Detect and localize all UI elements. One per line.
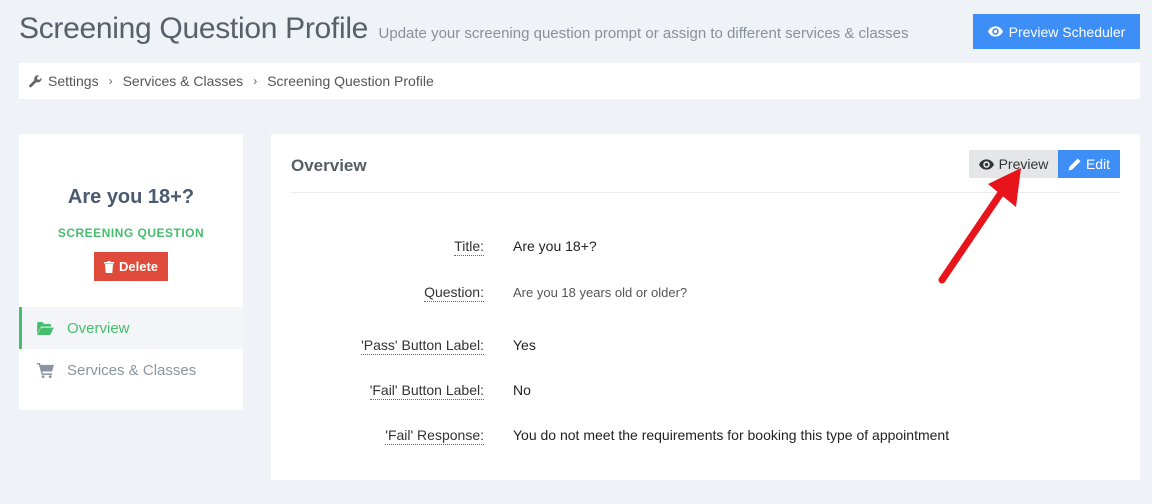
panel-title: Overview	[291, 156, 367, 175]
field-value: You do not meet the requirements for boo…	[513, 427, 950, 443]
field-label: 'Fail' Response:	[385, 427, 484, 445]
field-label: 'Fail' Button Label:	[369, 382, 484, 400]
field-value: Are you 18 years old or older?	[513, 284, 688, 300]
profile-name: Are you 18+?	[67, 186, 195, 208]
field-value: No	[513, 382, 531, 398]
field-row-fail-response: 'Fail' Response: You do not meet the req…	[271, 427, 1140, 445]
wrench-icon	[29, 74, 42, 88]
chevron-right-icon: ›	[108, 74, 113, 88]
field-row-pass-label: 'Pass' Button Label: Yes	[271, 337, 1140, 355]
field-row-fail-label: 'Fail' Button Label: No	[271, 382, 1140, 400]
field-value: Yes	[513, 337, 536, 353]
field-label: Title:	[454, 238, 484, 256]
breadcrumb-services-classes[interactable]: Services & Classes	[123, 73, 244, 89]
trash-icon	[103, 260, 114, 273]
delete-button[interactable]: Delete	[94, 252, 168, 281]
pencil-icon	[1068, 157, 1081, 171]
page-subtitle: Update your screening question prompt or…	[378, 25, 909, 42]
delete-label: Delete	[118, 259, 159, 274]
page-header: Screening Question Profile Update your s…	[19, 12, 1140, 56]
folder-open-icon	[36, 321, 54, 335]
page-title: Screening Question Profile	[19, 12, 369, 45]
cart-icon	[36, 362, 54, 378]
breadcrumb: Settings › Services & Classes › Screenin…	[19, 63, 1140, 99]
profile-sidebar: Are you 18+? SCREENING QUESTION Delete O…	[19, 134, 243, 410]
sidebar-item-overview[interactable]: Overview	[19, 307, 243, 349]
sidebar-item-services-classes[interactable]: Services & Classes	[19, 349, 243, 391]
chevron-right-icon: ›	[253, 74, 258, 88]
field-label: 'Pass' Button Label:	[361, 337, 484, 355]
field-label: Question:	[424, 284, 484, 302]
edit-label: Edit	[1085, 156, 1111, 172]
sidebar-item-label: Overview	[67, 319, 130, 337]
field-value: Are you 18+?	[513, 238, 597, 254]
eye-icon	[987, 26, 1003, 37]
breadcrumb-settings[interactable]: Settings	[48, 73, 99, 89]
breadcrumb-current: Screening Question Profile	[267, 73, 434, 89]
sidebar-item-label: Services & Classes	[67, 361, 197, 379]
sidebar-nav: Overview Services & Classes	[19, 307, 243, 391]
profile-type: SCREENING QUESTION	[57, 226, 205, 240]
annotation-arrow-icon	[938, 168, 1021, 284]
edit-button[interactable]: Edit	[1058, 150, 1120, 178]
preview-scheduler-label: Preview Scheduler	[1008, 23, 1126, 40]
preview-scheduler-button[interactable]: Preview Scheduler	[973, 14, 1140, 49]
